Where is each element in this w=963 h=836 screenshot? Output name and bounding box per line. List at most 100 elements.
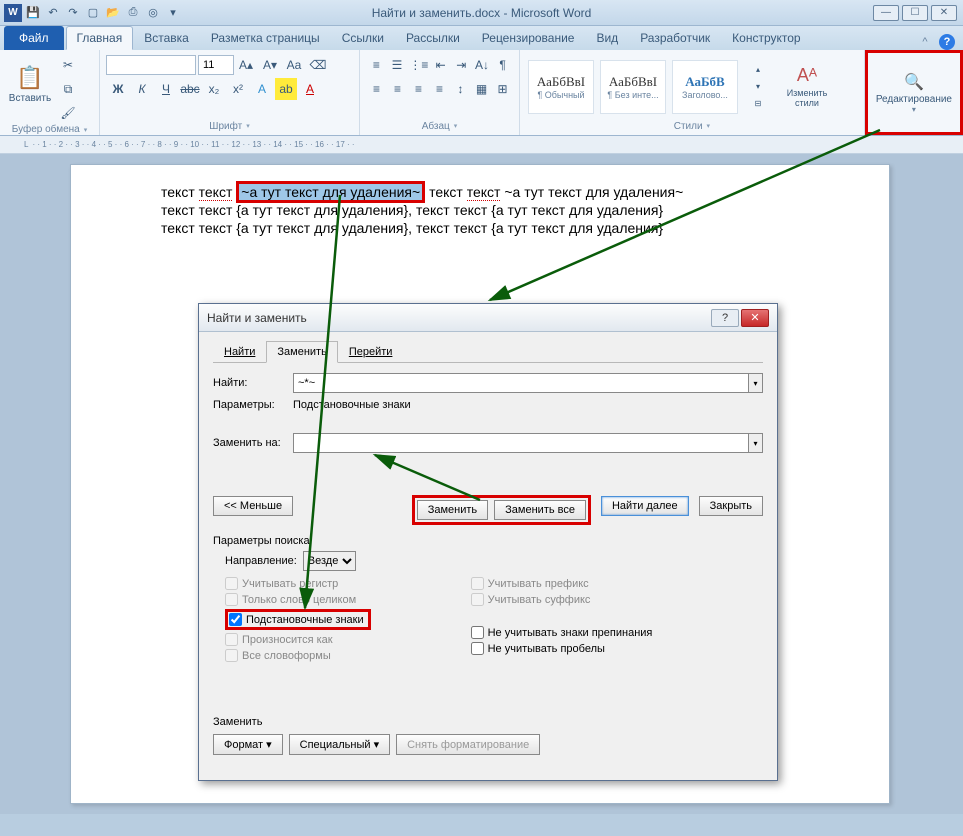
replace-input[interactable]	[293, 433, 749, 453]
text-line: текст текст {а тут текст для удаления}, …	[161, 219, 799, 237]
open-icon[interactable]: 📂	[104, 4, 122, 22]
tab[interactable]: Вид	[585, 26, 629, 50]
styles-scroll-down-icon[interactable]: ▾	[747, 79, 769, 95]
dialog-close-button[interactable]: ✕	[741, 309, 769, 327]
checkbox-prefix	[471, 577, 484, 590]
group-editing[interactable]: 🔍 Редактирование ▾	[865, 50, 963, 135]
tab[interactable]: Рассылки	[395, 26, 471, 50]
paste-button[interactable]: 📋 Вставить	[7, 54, 53, 114]
indent-icon[interactable]: ⇥	[452, 54, 471, 76]
checkbox-ignore-space[interactable]	[471, 642, 484, 655]
style-item[interactable]: АаБбВЗаголово...	[672, 60, 738, 114]
tab-find[interactable]: Найти	[213, 341, 266, 363]
superscript-icon[interactable]: x²	[227, 78, 249, 100]
tab[interactable]: Ссылки	[331, 26, 395, 50]
group-paragraph: ≡ ☰ ⋮≡ ⇤ ⇥ A↓ ¶ ≡ ≡ ≡ ≡ ↕ ▦ ⊞ Абзац	[360, 50, 520, 135]
tab-file[interactable]: Файл	[4, 26, 64, 50]
save-icon[interactable]: 💾	[24, 4, 42, 22]
tab[interactable]: Разметка страницы	[200, 26, 331, 50]
subscript-icon[interactable]: x₂	[203, 78, 225, 100]
change-case-icon[interactable]: Aa	[283, 54, 305, 76]
line-spacing-icon[interactable]: ↕	[451, 78, 470, 100]
maximize-button[interactable]: ☐	[902, 5, 928, 21]
collapse-ribbon-icon[interactable]: ^	[917, 34, 933, 50]
more-icon[interactable]: ▾	[164, 4, 182, 22]
style-item[interactable]: АаБбВвІ¶ Обычный	[528, 60, 594, 114]
format-button[interactable]: Формат ▾	[213, 734, 283, 755]
less-button[interactable]: << Меньше	[213, 496, 293, 516]
format-painter-icon[interactable]: 🖌	[57, 102, 79, 124]
find-input[interactable]	[293, 373, 749, 393]
new-icon[interactable]: ▢	[84, 4, 102, 22]
underline-icon[interactable]: Ч	[155, 78, 177, 100]
tab[interactable]: Вставка	[133, 26, 200, 50]
redo-icon[interactable]: ↷	[64, 4, 82, 22]
font-size-select[interactable]: 11	[198, 55, 234, 75]
text-effects-icon[interactable]: A	[251, 78, 273, 100]
find-label: Найти:	[213, 377, 293, 389]
dialog-titlebar[interactable]: Найти и заменить ? ✕	[199, 304, 777, 332]
dialog-help-button[interactable]: ?	[711, 309, 739, 327]
action-buttons-highlight: Заменить Заменить все	[412, 495, 591, 525]
tab-replace[interactable]: Заменить	[266, 341, 337, 363]
shrink-font-icon[interactable]: A▾	[259, 54, 281, 76]
numbering-icon[interactable]: ☰	[388, 54, 407, 76]
checkbox-ignore-punct[interactable]	[471, 626, 484, 639]
align-right-icon[interactable]: ≡	[409, 78, 428, 100]
strike-icon[interactable]: abc	[179, 78, 201, 100]
binoculars-icon: 🔍	[904, 72, 924, 92]
print-icon[interactable]: ⎙	[124, 4, 142, 22]
borders-icon[interactable]: ⊞	[493, 78, 512, 100]
highlight-icon[interactable]: ab	[275, 78, 297, 100]
font-color-icon[interactable]: A	[299, 78, 321, 100]
bullets-icon[interactable]: ≡	[367, 54, 386, 76]
preview-icon[interactable]: ◎	[144, 4, 162, 22]
replace-button[interactable]: Заменить	[417, 500, 488, 520]
word-icon: W	[4, 4, 22, 22]
replace-history-dropdown[interactable]: ▾	[749, 433, 763, 453]
italic-icon[interactable]: К	[131, 78, 153, 100]
group-label: Абзац	[366, 119, 513, 133]
sort-icon[interactable]: A↓	[473, 54, 492, 76]
special-button[interactable]: Специальный ▾	[289, 734, 390, 755]
shading-icon[interactable]: ▦	[472, 78, 491, 100]
justify-icon[interactable]: ≡	[430, 78, 449, 100]
help-icon[interactable]: ?	[939, 34, 955, 50]
outdent-icon[interactable]: ⇤	[431, 54, 450, 76]
direction-select[interactable]: Везде	[303, 551, 356, 571]
copy-icon[interactable]: ⧉	[57, 78, 79, 100]
font-family-select[interactable]	[106, 55, 196, 75]
minimize-button[interactable]: —	[873, 5, 899, 21]
replace-all-button[interactable]: Заменить все	[494, 500, 586, 520]
clear-format-icon[interactable]: ⌫	[307, 54, 329, 76]
styles-scroll-up-icon[interactable]: ▴	[747, 62, 769, 78]
close-window-button[interactable]: ✕	[931, 5, 957, 21]
checkbox-sounds-like	[225, 633, 238, 646]
tab-goto[interactable]: Перейти	[338, 341, 404, 363]
undo-icon[interactable]: ↶	[44, 4, 62, 22]
change-styles-button[interactable]: Aᴬ Изменить стили	[777, 57, 837, 117]
find-history-dropdown[interactable]: ▾	[749, 373, 763, 393]
params-value: Подстановочные знаки	[293, 399, 411, 411]
align-left-icon[interactable]: ≡	[367, 78, 386, 100]
replace-label: Заменить на:	[213, 437, 293, 449]
tab[interactable]: Рецензирование	[471, 26, 586, 50]
grow-font-icon[interactable]: A▴	[235, 54, 257, 76]
tab[interactable]: Разработчик	[629, 26, 721, 50]
clipboard-icon: 📋	[16, 65, 43, 91]
align-center-icon[interactable]: ≡	[388, 78, 407, 100]
multilevel-icon[interactable]: ⋮≡	[408, 54, 429, 76]
find-next-button[interactable]: Найти далее	[601, 496, 689, 516]
clear-format-button: Снять форматирование	[396, 734, 540, 755]
styles-expand-icon[interactable]: ⊟	[747, 96, 769, 112]
cut-icon[interactable]: ✂	[57, 54, 79, 76]
close-button[interactable]: Закрыть	[699, 496, 763, 516]
tab-home[interactable]: Главная	[66, 26, 134, 50]
bold-icon[interactable]: Ж	[107, 78, 129, 100]
checkbox-wildcards[interactable]	[229, 613, 242, 626]
show-marks-icon[interactable]: ¶	[493, 54, 512, 76]
style-item[interactable]: АаБбВвІ¶ Без инте...	[600, 60, 666, 114]
ribbon: 📋 Вставить ✂ ⧉ 🖌 Буфер обмена 11 A▴ A▾ A…	[0, 50, 963, 136]
tab[interactable]: Конструктор	[721, 26, 811, 50]
titlebar: W 💾 ↶ ↷ ▢ 📂 ⎙ ◎ ▾ Найти и заменить.docx …	[0, 0, 963, 26]
